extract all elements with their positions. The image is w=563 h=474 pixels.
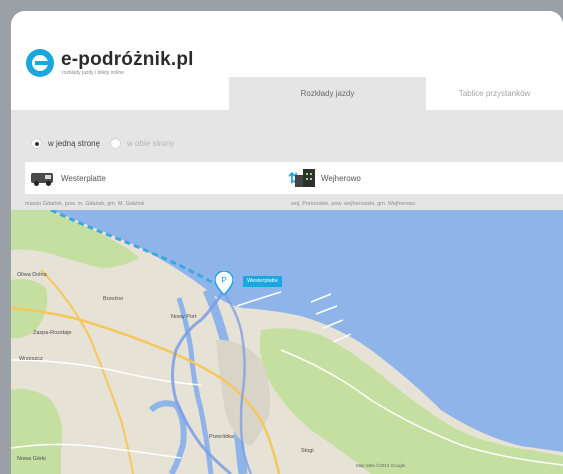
route-map[interactable]: Nowy Port Przeróbka Stogi Brzeźno Zaspa-… bbox=[11, 210, 563, 474]
to-value[interactable]: Wejherowo bbox=[321, 174, 361, 183]
map-label-przerobka: Przeróbka bbox=[209, 434, 235, 440]
map-label-oliwa: Oliwa Dolna bbox=[17, 272, 48, 278]
to-hint: woj. Pomorskie, pow. wejherowski, gm. We… bbox=[291, 201, 416, 207]
city-icon bbox=[295, 169, 315, 187]
header: e-podróżnik.pl rozkłady jazdy i bilety o… bbox=[11, 11, 563, 80]
map-label-nowy-port: Nowy Port bbox=[171, 314, 197, 320]
logo-tagline: rozkłady jazdy i bilety online bbox=[62, 69, 124, 76]
logo[interactable]: e-podróżnik.pl rozkłady jazdy i bilety o… bbox=[26, 49, 194, 77]
map-copyright[interactable]: Map data ©2013 Google bbox=[356, 463, 405, 468]
map-label-zaspa: Zaspa-Rozstaje bbox=[33, 330, 72, 336]
from-field[interactable]: Westerplatte bbox=[25, 162, 283, 194]
radio-round-trip-label[interactable]: w obie strony bbox=[127, 139, 174, 148]
route-inputs: Westerplatte ⇅ Wejherowo bbox=[25, 162, 563, 194]
radio-round-trip[interactable] bbox=[110, 138, 122, 149]
map-label-brzezno: Brzeźno bbox=[103, 296, 123, 302]
from-hint: miasto Gdańsk, pow. m. Gdańsk, gm. M. Gd… bbox=[25, 201, 145, 207]
app-window: e-podróżnik.pl rozkłady jazdy i bilety o… bbox=[11, 11, 563, 474]
map-label-stogi: Stogi bbox=[301, 448, 314, 454]
radio-one-way[interactable] bbox=[31, 138, 42, 149]
map-canvas[interactable]: Nowy Port Przeróbka Stogi Brzeźno Zaspa-… bbox=[11, 210, 563, 474]
to-field[interactable]: Wejherowo bbox=[295, 162, 563, 194]
radio-one-way-label[interactable]: w jedną stronę bbox=[48, 139, 100, 148]
search-panel: w jedną stronę w obie strony Westerplatt… bbox=[11, 110, 563, 210]
bus-icon bbox=[31, 170, 57, 186]
logo-icon bbox=[26, 49, 54, 77]
map-label-wrzeszcz: Wrzeszcz bbox=[19, 356, 43, 362]
map-marker-label[interactable]: Westerplatte bbox=[243, 276, 282, 287]
svg-text:P: P bbox=[221, 276, 226, 285]
logo-text: e-podróżnik.pl bbox=[61, 48, 194, 70]
map-pin-icon: P bbox=[215, 271, 233, 295]
tab-bar: Rozkłady jazdy Tablice przystanków bbox=[11, 77, 563, 110]
tab-stop-boards[interactable]: Tablice przystanków bbox=[426, 77, 563, 110]
trip-type-group: w jedną stronę w obie strony bbox=[31, 138, 184, 149]
tab-timetables[interactable]: Rozkłady jazdy bbox=[229, 77, 426, 110]
from-value[interactable]: Westerplatte bbox=[61, 174, 106, 183]
map-marker[interactable]: P bbox=[215, 271, 233, 295]
map-label-nowa-gorki: Nowa Górki bbox=[17, 456, 46, 462]
